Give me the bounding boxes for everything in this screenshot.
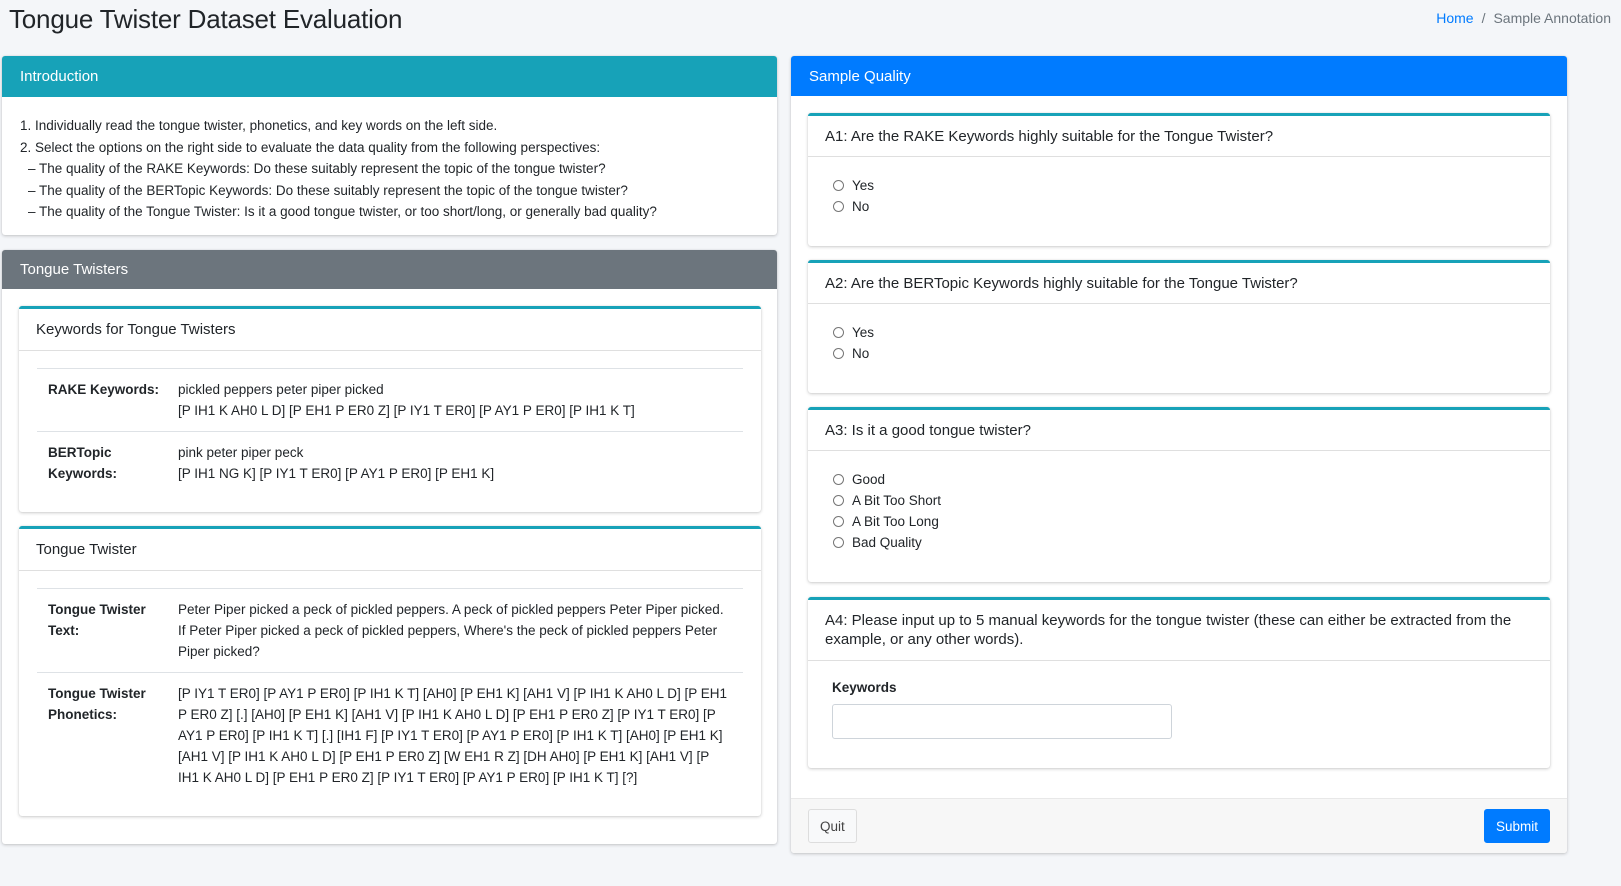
tongue-twister-table: Tongue Twister Text: Peter Piper picked …	[37, 588, 743, 798]
question-a3-title: A3: Is it a good tongue twister?	[808, 410, 1550, 451]
radio-label: A Bit Too Short	[852, 493, 942, 508]
radio-label: No	[852, 199, 870, 214]
question-a3-card: A3: Is it a good tongue twister? Good A …	[808, 407, 1550, 582]
radio-option-too-short[interactable]: A Bit Too Short	[832, 490, 1526, 511]
tongue-twister-card: Tongue Twister Tongue Twister Text: Pete…	[19, 526, 761, 816]
radio-button[interactable]	[833, 348, 844, 359]
twister-phonetics-label-line: Phonetics:	[48, 707, 118, 722]
question-a2-card: A2: Are the BERTopic Keywords highly sui…	[808, 260, 1550, 393]
twister-text-value: Peter Piper picked a peck of pickled pep…	[178, 602, 724, 659]
intro-line: – The quality of the BERTopic Keywords: …	[28, 182, 628, 198]
table-row: BERTopic Keywords: pink peter piper peck…	[37, 431, 743, 494]
breadcrumb-home-link[interactable]: Home	[1436, 10, 1473, 26]
keywords-field-label: Keywords	[832, 680, 897, 695]
page-title: Tongue Twister Dataset Evaluation	[9, 4, 403, 34]
radio-button[interactable]	[833, 327, 844, 338]
intro-line: – The quality of the Tongue Twister: Is …	[28, 204, 657, 219]
twister-text-label: Tongue Twister Text:	[37, 599, 178, 662]
bertopic-label-line: Keywords:	[48, 466, 118, 481]
rake-keywords-words: pickled peppers peter piper picked	[178, 382, 384, 397]
bertopic-keywords-phonetics: [P IH1 NG K] [P IY1 T ER0] [P AY1 P ER0]…	[178, 466, 495, 481]
rake-keywords-value: pickled peppers peter piper picked [P IH…	[178, 379, 743, 421]
intro-line: 1. Individually read the tongue twister,…	[20, 118, 498, 133]
introduction-body: 1. Individually read the tongue twister,…	[2, 97, 777, 223]
radio-option-no[interactable]: No	[832, 196, 1526, 217]
bertopic-keywords-value: pink peter piper peck [P IH1 NG K] [P IY…	[178, 442, 743, 484]
question-a2-options: Yes No	[808, 304, 1550, 364]
question-a3-options: Good A Bit Too Short A Bit Too Long Bad …	[808, 451, 1550, 553]
submit-button[interactable]: Submit	[1483, 809, 1550, 843]
tongue-twisters-card: Tongue Twisters Keywords for Tongue Twis…	[2, 250, 777, 844]
radio-label: No	[852, 346, 870, 361]
tongue-twisters-header: Tongue Twisters	[2, 250, 777, 289]
radio-label: A Bit Too Long	[852, 514, 939, 529]
question-a2-title: A2: Are the BERTopic Keywords highly sui…	[808, 263, 1550, 304]
twister-text-label-line: Text:	[48, 623, 80, 638]
breadcrumb: Home / Sample Annotation	[1436, 10, 1611, 26]
rake-keywords-label: RAKE Keywords:	[48, 382, 160, 397]
twister-phonetics-label-line: Tongue Twister	[48, 686, 146, 701]
radio-label: Yes	[852, 178, 875, 193]
keywords-table: RAKE Keywords: pickled peppers peter pip…	[37, 368, 743, 494]
radio-option-too-long[interactable]: A Bit Too Long	[832, 511, 1526, 532]
radio-label: Yes	[852, 325, 875, 340]
introduction-card: Introduction 1. Individually read the to…	[2, 56, 777, 235]
table-row: Tongue Twister Phonetics: [P IY1 T ER0] …	[37, 672, 743, 798]
radio-button[interactable]	[833, 201, 844, 212]
table-row: RAKE Keywords: pickled peppers peter pip…	[37, 368, 743, 431]
bertopic-keywords-label: BERTopic Keywords:	[37, 442, 178, 484]
question-a4-card: A4: Please input up to 5 manual keywords…	[808, 597, 1550, 768]
radio-option-yes[interactable]: Yes	[832, 322, 1526, 343]
form-footer: Quit Submit	[791, 798, 1567, 853]
radio-button[interactable]	[833, 516, 844, 527]
bertopic-label-line: BERTopic	[48, 445, 112, 460]
twister-phonetics-label: Tongue Twister Phonetics:	[37, 683, 178, 788]
radio-option-no[interactable]: No	[832, 343, 1526, 364]
question-a1-options: Yes No	[808, 157, 1550, 217]
radio-label: Good	[852, 472, 886, 487]
keywords-input[interactable]	[832, 704, 1172, 739]
breadcrumb-separator: /	[1481, 10, 1486, 26]
question-a4-body: Keywords	[808, 661, 1550, 739]
sample-quality-card: Sample Quality A1: Are the RAKE Keywords…	[791, 56, 1567, 853]
tongue-twister-card-header: Tongue Twister	[19, 529, 761, 571]
keywords-card-header: Keywords for Tongue Twisters	[19, 309, 761, 351]
quit-button[interactable]: Quit	[808, 809, 857, 843]
question-a1-title: A1: Are the RAKE Keywords highly suitabl…	[808, 116, 1550, 157]
radio-option-yes[interactable]: Yes	[832, 175, 1526, 196]
radio-button[interactable]	[833, 495, 844, 506]
table-row: Tongue Twister Text: Peter Piper picked …	[37, 588, 743, 672]
sample-quality-header: Sample Quality	[791, 56, 1567, 96]
radio-label: Bad Quality	[852, 535, 922, 550]
radio-option-bad-quality[interactable]: Bad Quality	[832, 532, 1526, 553]
intro-line: 2. Select the options on the right side …	[20, 139, 601, 155]
twister-phonetics-value: [P IY1 T ER0] [P AY1 P ER0] [P IH1 K T] …	[178, 686, 728, 785]
question-a1-card: A1: Are the RAKE Keywords highly suitabl…	[808, 113, 1550, 246]
intro-line: – The quality of the RAKE Keywords: Do t…	[28, 161, 606, 176]
keywords-card: Keywords for Tongue Twisters RAKE Keywor…	[19, 306, 761, 512]
question-a4-title: A4: Please input up to 5 manual keywords…	[808, 600, 1550, 661]
radio-option-good[interactable]: Good	[832, 469, 1526, 490]
radio-button[interactable]	[833, 474, 844, 485]
rake-keywords-phonetics: [P IH1 K AH0 L D] [P EH1 P ER0 Z] [P IY1…	[178, 403, 635, 418]
bertopic-keywords-words: pink peter piper peck	[178, 445, 304, 460]
breadcrumb-current: Sample Annotation	[1493, 10, 1611, 26]
radio-button[interactable]	[833, 537, 844, 548]
radio-button[interactable]	[833, 180, 844, 191]
introduction-header: Introduction	[2, 56, 777, 97]
twister-text-label-line: Tongue Twister	[48, 602, 146, 617]
